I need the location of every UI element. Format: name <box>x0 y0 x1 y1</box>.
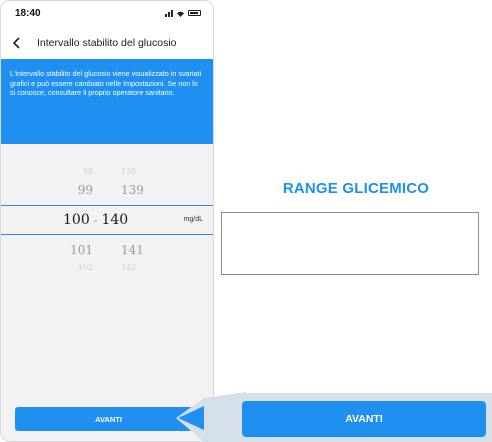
picker-low-value: 99 <box>77 183 93 197</box>
avanti-button-small[interactable]: AVANTI <box>15 407 202 431</box>
unit-label: mg/dL <box>183 216 203 223</box>
page-title: Intervallo stabilito del glucosio <box>37 37 177 49</box>
range-picker[interactable]: 98 138 99 139 100-140 mg/dL 101 141 102 … <box>1 161 213 281</box>
picker-low-value: 101 <box>70 243 93 257</box>
back-icon[interactable] <box>11 36 23 50</box>
picker-high-value: 139 <box>121 183 144 197</box>
wifi-icon <box>177 11 184 17</box>
range-glicemico-label: RANGE GLICEMICO <box>282 180 430 197</box>
picker-low-value: 102 <box>77 263 93 272</box>
avanti-button-large[interactable]: AVANTI <box>242 401 486 437</box>
status-time: 18:40 <box>15 8 41 19</box>
info-banner: L'intervallo stabilito del glucosio vien… <box>1 59 213 144</box>
battery-icon <box>188 10 201 16</box>
picker-selected-row[interactable]: 100-140 mg/dL <box>1 205 213 235</box>
selected-low-value: 100 <box>63 212 90 228</box>
signal-icon <box>165 9 173 17</box>
picker-low-value: 98 <box>82 167 93 176</box>
status-icons <box>165 9 201 17</box>
range-input-box[interactable] <box>221 212 479 275</box>
picker-high-value: 141 <box>121 243 144 257</box>
picker-high-value: 142 <box>121 263 137 272</box>
range-separator: - <box>93 214 98 227</box>
phone-screen: 18:40 Intervallo stabilito del glucosio … <box>0 0 214 442</box>
info-text: L'intervallo stabilito del glucosio vien… <box>10 69 202 98</box>
picker-selected-values: 100-140 <box>63 212 128 228</box>
picker-high-value: 138 <box>121 167 137 176</box>
selected-high-value: 140 <box>101 212 129 228</box>
status-bar: 18:40 <box>1 1 213 27</box>
nav-bar: Intervallo stabilito del glucosio <box>1 27 213 60</box>
